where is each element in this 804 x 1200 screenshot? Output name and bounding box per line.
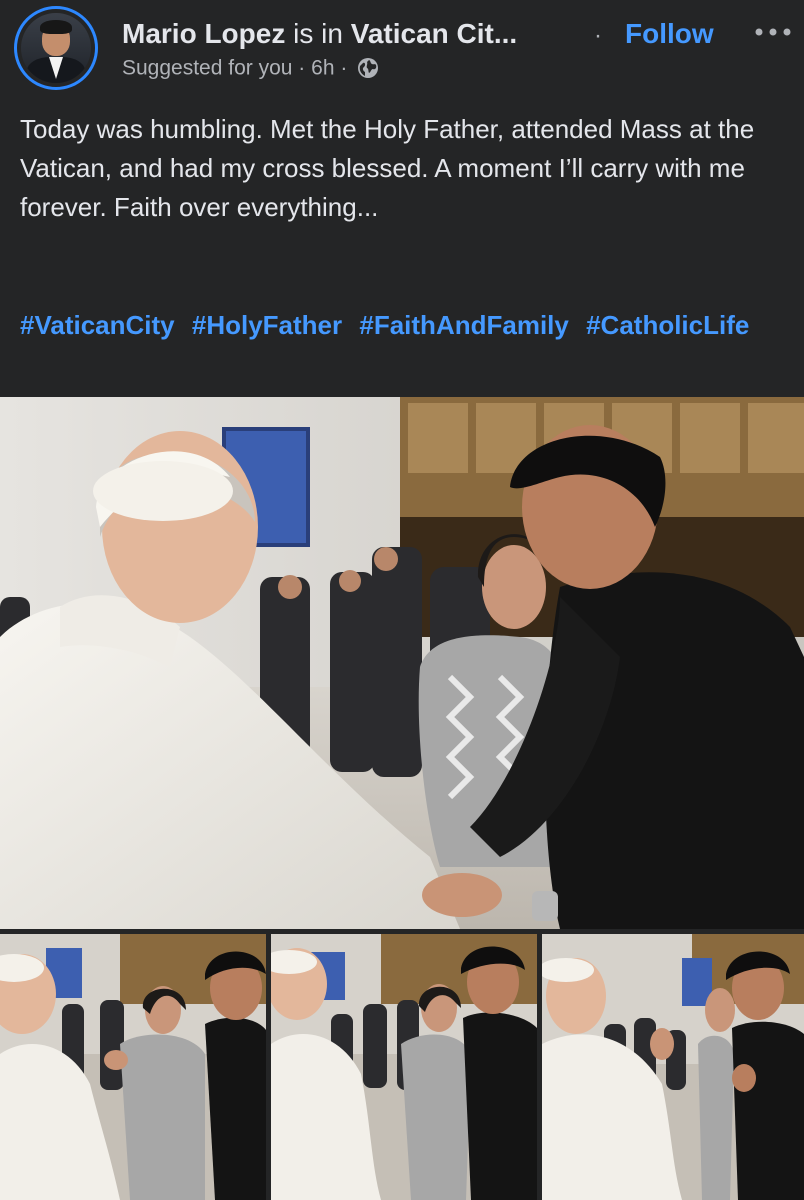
follow-separator: ·: [594, 22, 602, 49]
hashtag-holyfather[interactable]: #HolyFather: [192, 310, 342, 340]
thumb-3-illustration: [542, 934, 804, 1200]
meta-separator-1: ·: [298, 56, 306, 80]
post-header: Mario Lopez is in Vatican Cit... · Follo…: [0, 0, 804, 100]
thumb-2-illustration: [271, 934, 537, 1200]
hashtag-catholiclife[interactable]: #CatholicLife: [586, 310, 749, 340]
post-photo-thumb-1[interactable]: [0, 934, 266, 1200]
thumb-1-illustration: [0, 934, 266, 1200]
post-title-line: Mario Lopez is in Vatican Cit...: [122, 14, 517, 54]
post-photo-thumb-3[interactable]: [542, 934, 804, 1200]
more-options-icon[interactable]: [752, 20, 794, 44]
post-text: Today was humbling. Met the Holy Father,…: [20, 114, 755, 222]
hashtag-list: #VaticanCity #HolyFather #FaithAndFamily…: [20, 306, 790, 345]
post-time[interactable]: 6h: [311, 56, 334, 79]
author-avatar[interactable]: [14, 6, 98, 90]
hashtag-faithandfamily[interactable]: #FaithAndFamily: [359, 310, 568, 340]
hashtag-vaticancity[interactable]: #VaticanCity: [20, 310, 175, 340]
photo-main-illustration: [0, 397, 804, 929]
post-photo-main[interactable]: [0, 397, 804, 929]
suggested-label: Suggested for you: [122, 56, 293, 80]
location-connector: is in: [285, 18, 351, 49]
post-photo-thumb-2[interactable]: [271, 934, 537, 1200]
author-name[interactable]: Mario Lopez: [122, 18, 285, 49]
avatar-photo: [21, 13, 91, 83]
meta-separator-2: ·: [340, 56, 348, 80]
follow-button[interactable]: Follow: [625, 14, 714, 54]
globe-icon[interactable]: [357, 57, 379, 79]
location-link[interactable]: Vatican Cit...: [351, 18, 518, 49]
facebook-post: Mario Lopez is in Vatican Cit... · Follo…: [0, 0, 804, 1200]
post-meta: Suggested for you · 6h ·: [122, 54, 379, 82]
